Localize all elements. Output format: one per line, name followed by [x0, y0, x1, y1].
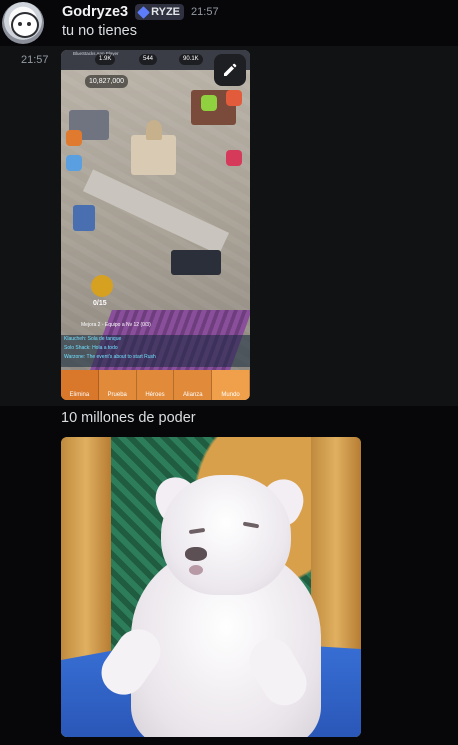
tab-alianza: Alianza: [174, 370, 213, 400]
message-header: Godryze3 RYZE 21:57: [62, 3, 219, 21]
avatar-face-icon: [11, 12, 39, 38]
tab-heroes: Héroes: [137, 370, 175, 400]
chat-line: Warzone: The event's about to start Rush: [64, 354, 156, 360]
resource-2: 544: [139, 54, 158, 65]
event-icon: [226, 90, 242, 106]
clan-tag-label: RYZE: [151, 6, 181, 18]
puppy-image-attachment[interactable]: [61, 437, 361, 737]
resource-1: 1.9K: [95, 54, 116, 65]
game-bottom-bar: Elimina Prueba Héroes Alianza Mundo: [61, 370, 250, 400]
palace-dome: [146, 120, 162, 140]
avatar[interactable]: [2, 2, 44, 44]
message-timestamp[interactable]: 21:57: [191, 6, 219, 18]
vs-icon: [226, 150, 242, 166]
username[interactable]: Godryze3: [62, 4, 128, 20]
tab-mundo: Mundo: [212, 370, 250, 400]
message-text: tu no tienes: [62, 23, 137, 39]
avatar-eye-icon: [18, 22, 22, 26]
pencil-icon: [224, 63, 237, 76]
message-caption: 10 millones de poder: [61, 410, 196, 426]
comunidad-icon: [201, 95, 217, 111]
puppy-head: [161, 475, 291, 595]
edit-image-button[interactable]: [214, 54, 246, 86]
power-value: 10,827,000: [85, 75, 129, 88]
game-chat: Klaucheh: Sola de tanque Solo Shack: Hol…: [61, 335, 250, 367]
game-screenshot-attachment[interactable]: BlueStacks App Player 1.9K 544 90.1K 10,…: [61, 50, 250, 400]
resource-3: 90.1K: [179, 54, 203, 65]
chat-line: Klaucheh: Sola de tanque: [64, 336, 122, 342]
small-building: [73, 205, 95, 231]
upgrade-text: Mejora 2 - Equipo a Nv 12 (0/3): [81, 322, 151, 328]
chat-line: Solo Shack: Hola a todo: [64, 345, 118, 351]
clan-gem-icon: [137, 5, 150, 19]
puppy-mouth: [189, 565, 203, 575]
avatar-eye-icon: [27, 22, 31, 26]
garage-building: [171, 250, 221, 275]
clan-tag-badge[interactable]: RYZE: [135, 4, 185, 20]
progress-text: 0/15: [93, 300, 107, 307]
bag-icon: [66, 155, 82, 171]
puppy-nose: [185, 547, 207, 561]
medal-icon: [91, 275, 113, 297]
tab-elimina: Elimina: [61, 370, 99, 400]
palace-building: [131, 135, 176, 175]
tab-prueba: Prueba: [99, 370, 137, 400]
side-timestamp[interactable]: 21:57: [21, 54, 49, 66]
task-icon: [66, 130, 82, 146]
